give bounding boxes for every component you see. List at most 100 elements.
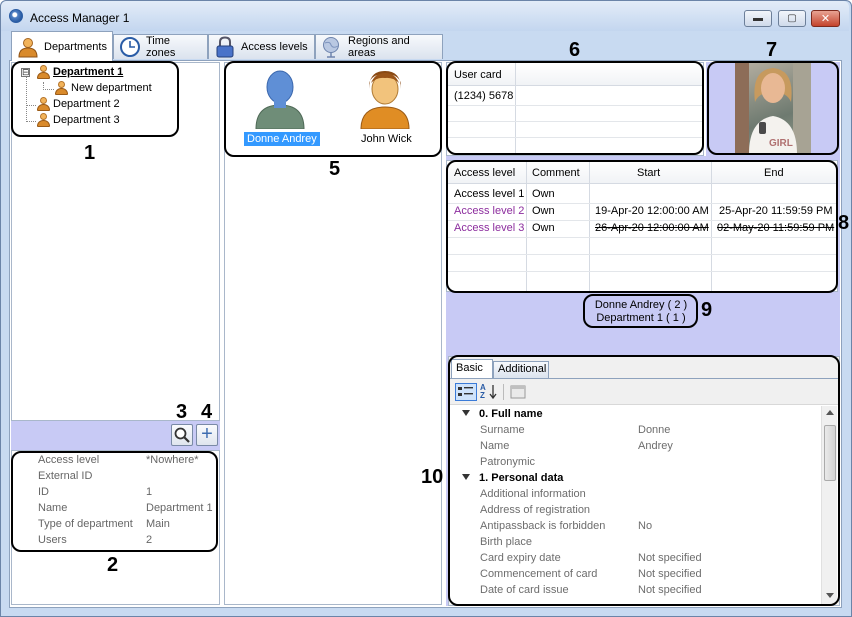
start-cell[interactable]: 19-Apr-20 12:00:00 AM	[595, 205, 709, 217]
prop-row-users[interactable]: Users 2	[12, 534, 219, 550]
comment-cell[interactable]: Own	[532, 205, 555, 217]
tree-line	[43, 89, 54, 90]
grid-line	[447, 137, 703, 138]
property-key: Address of registration	[480, 504, 591, 516]
property-value: No	[638, 520, 653, 532]
tab-regions-areas[interactable]: Regions and areas	[315, 34, 443, 59]
access-level-cell[interactable]: Access level 2	[454, 205, 524, 217]
tree-node-new-department[interactable]: New department	[55, 81, 152, 95]
users-list[interactable]: Donne Andrey John Wick	[224, 62, 442, 605]
grid-line	[447, 220, 837, 221]
tab-access-levels[interactable]: Access levels	[208, 34, 315, 59]
clock-icon	[120, 37, 140, 57]
property-row-patronymic[interactable]: Patronymic	[450, 455, 820, 471]
user-avatar-icon	[255, 70, 305, 129]
summary-user: Donne Andrey ( 2 )	[594, 299, 688, 311]
prop-key: Name	[38, 502, 68, 514]
card-number[interactable]: (1234) 5678	[454, 90, 513, 102]
sort-az-button[interactable]: A Z	[479, 383, 499, 401]
property-row-card-expiry[interactable]: Card expiry date Not specified	[450, 551, 820, 567]
user-cards-grid[interactable]: User card (1234) 5678	[446, 62, 704, 156]
callout-number-4: 4	[201, 401, 213, 423]
sort-az-icon: A Z	[480, 383, 486, 400]
collapse-triangle-icon[interactable]	[462, 410, 470, 416]
property-key: Antipassback is forbidden	[480, 520, 606, 532]
search-button[interactable]	[171, 424, 193, 446]
scroll-down-icon[interactable]	[826, 593, 834, 598]
column-header-comment[interactable]: Comment	[532, 167, 580, 179]
tree-line	[26, 121, 36, 122]
access-level-cell[interactable]: Access level 3	[454, 222, 524, 234]
column-header-start[interactable]: Start	[637, 167, 660, 179]
comment-cell[interactable]: Own	[532, 222, 555, 234]
comment-cell[interactable]: Own	[532, 188, 555, 200]
user-photo[interactable]: GIRL	[735, 62, 811, 154]
prop-row-external-id[interactable]: External ID	[12, 470, 219, 486]
tree-node-department-2[interactable]: Department 2	[37, 97, 120, 111]
category-personal-data[interactable]: 1. Personal data	[450, 471, 820, 487]
tab-time-zones[interactable]: Time zones	[113, 34, 208, 59]
grid-line	[447, 237, 837, 238]
tree-line	[26, 77, 27, 122]
property-key: Additional information	[480, 488, 586, 500]
tree-node-department-1[interactable]: Department 1	[37, 65, 123, 79]
category-full-name[interactable]: 0. Full name	[450, 407, 820, 423]
globe-icon	[323, 37, 339, 58]
tree-node-label: Department 2	[53, 98, 120, 110]
scroll-up-icon[interactable]	[826, 410, 834, 415]
user-name: John Wick	[361, 133, 412, 145]
tree-node-label: New department	[71, 82, 152, 94]
property-row-address[interactable]: Address of registration	[450, 503, 820, 519]
property-row-antipassback[interactable]: Antipassback is forbidden No	[450, 519, 820, 535]
tree-node-department-3[interactable]: Department 3	[37, 113, 120, 127]
prop-row-type[interactable]: Type of department Main	[12, 518, 219, 534]
close-button[interactable]: ✕	[811, 10, 840, 27]
access-level-cell[interactable]: Access level 1	[454, 188, 524, 200]
prop-row-access-level[interactable]: Access level *Nowhere*	[12, 454, 219, 470]
prop-row-name[interactable]: Name Department 1	[12, 502, 219, 518]
column-header-user-card[interactable]: User card	[454, 69, 502, 81]
vertical-scrollbar[interactable]	[821, 406, 837, 604]
tree-collapse-toggle[interactable]: ⊟	[21, 68, 30, 77]
end-cell[interactable]: 25-Apr-20 11:59:59 PM	[719, 205, 833, 217]
callout-number-7: 7	[766, 39, 778, 61]
scroll-thumb[interactable]	[824, 425, 836, 481]
property-pages-icon	[510, 385, 526, 399]
end-cell[interactable]: 02-May-20 11:59:59 PM	[717, 222, 834, 234]
property-row-additional-info[interactable]: Additional information	[450, 487, 820, 503]
property-row-surname[interactable]: Surname Donne	[450, 423, 820, 439]
callout-number-9: 9	[701, 299, 713, 321]
department-icon	[37, 97, 50, 111]
callout-number-2: 2	[107, 554, 119, 576]
property-row-card-commencement[interactable]: Commencement of card Not specified	[450, 567, 820, 583]
grid-line	[447, 121, 703, 122]
prop-value: Main	[146, 518, 170, 530]
property-pages-button[interactable]	[509, 384, 527, 400]
start-cell[interactable]: 26-Apr-20 12:00:00 AM	[595, 222, 709, 234]
app-logo-icon	[9, 9, 23, 23]
add-department-button[interactable]: +	[196, 424, 218, 446]
department-tree[interactable]: ⊟ Department 1 New department Department…	[11, 62, 220, 421]
property-row-name[interactable]: Name Andrey	[450, 439, 820, 455]
tab-additional[interactable]: Additional	[493, 361, 549, 378]
column-header-end[interactable]: End	[764, 167, 784, 179]
property-row-birth-place[interactable]: Birth place	[450, 535, 820, 551]
prop-value: Department 1	[146, 502, 213, 514]
prop-row-id[interactable]: ID 1	[12, 486, 219, 502]
prop-key: ID	[38, 486, 49, 498]
property-row-card-issue[interactable]: Date of card issue Not specified	[450, 583, 820, 599]
user-tile-john-wick[interactable]: John Wick	[345, 67, 425, 149]
column-header-access-level[interactable]: Access level	[454, 167, 515, 179]
tab-basic[interactable]: Basic	[451, 359, 493, 378]
grid-line	[447, 203, 837, 204]
tab-label: Time zones	[146, 35, 176, 59]
tab-departments[interactable]: Departments	[11, 31, 113, 61]
minimize-button[interactable]: ▬	[744, 10, 772, 27]
maximize-button[interactable]: ▢	[778, 10, 806, 27]
categorized-button[interactable]	[455, 383, 477, 401]
prop-key: External ID	[38, 470, 93, 482]
collapse-triangle-icon[interactable]	[462, 474, 470, 480]
property-value: Andrey	[638, 440, 673, 452]
access-levels-grid[interactable]: Access level Comment Start End Access le…	[446, 160, 838, 292]
user-tile-donne-andrey[interactable]: Donne Andrey	[241, 67, 320, 149]
